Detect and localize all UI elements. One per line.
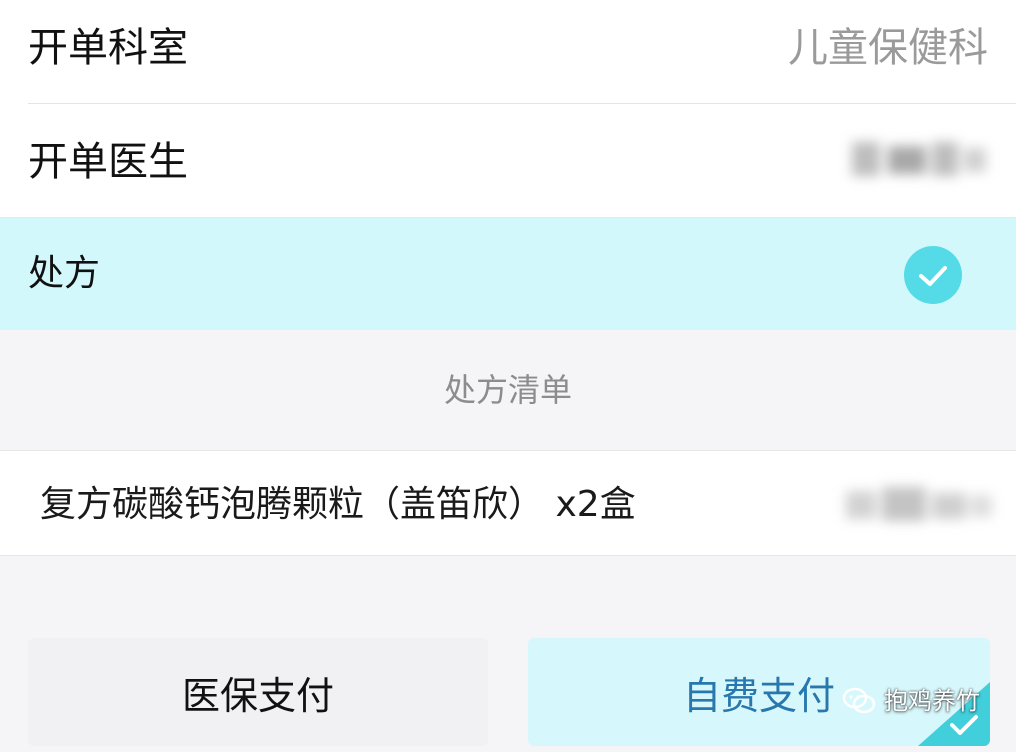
- prescription-list-header: 处方清单: [0, 330, 1016, 450]
- check-circle-icon[interactable]: [904, 246, 962, 304]
- prescription-list-title: 处方清单: [443, 371, 572, 409]
- drug-info-redacted: [846, 483, 996, 529]
- prescription-label: 处方: [28, 253, 101, 294]
- drug-name: 复方碳酸钙泡腾颗粒（盖笛欣） x2盒: [40, 484, 636, 525]
- wechat-icon: [842, 687, 876, 714]
- doctor-label: 开单医生: [28, 139, 188, 185]
- doctor-row: 开单医生: [0, 104, 1016, 218]
- watermark: 抱鸡养竹: [842, 686, 980, 716]
- department-label: 开单科室: [28, 25, 188, 71]
- list-item: 复方碳酸钙泡腾颗粒（盖笛欣） x2盒: [0, 450, 1016, 556]
- prescription-row[interactable]: 处方: [0, 218, 1016, 330]
- self-pay-label: 自费支付: [682, 673, 835, 718]
- department-row: 开单科室 儿童保健科: [0, 0, 1016, 104]
- doctor-name-redacted: [852, 134, 992, 186]
- insurance-pay-label: 医保支付: [181, 673, 334, 718]
- watermark-text: 抱鸡养竹: [884, 687, 980, 715]
- insurance-pay-button[interactable]: 医保支付: [28, 638, 488, 746]
- department-value: 儿童保健科: [788, 25, 988, 71]
